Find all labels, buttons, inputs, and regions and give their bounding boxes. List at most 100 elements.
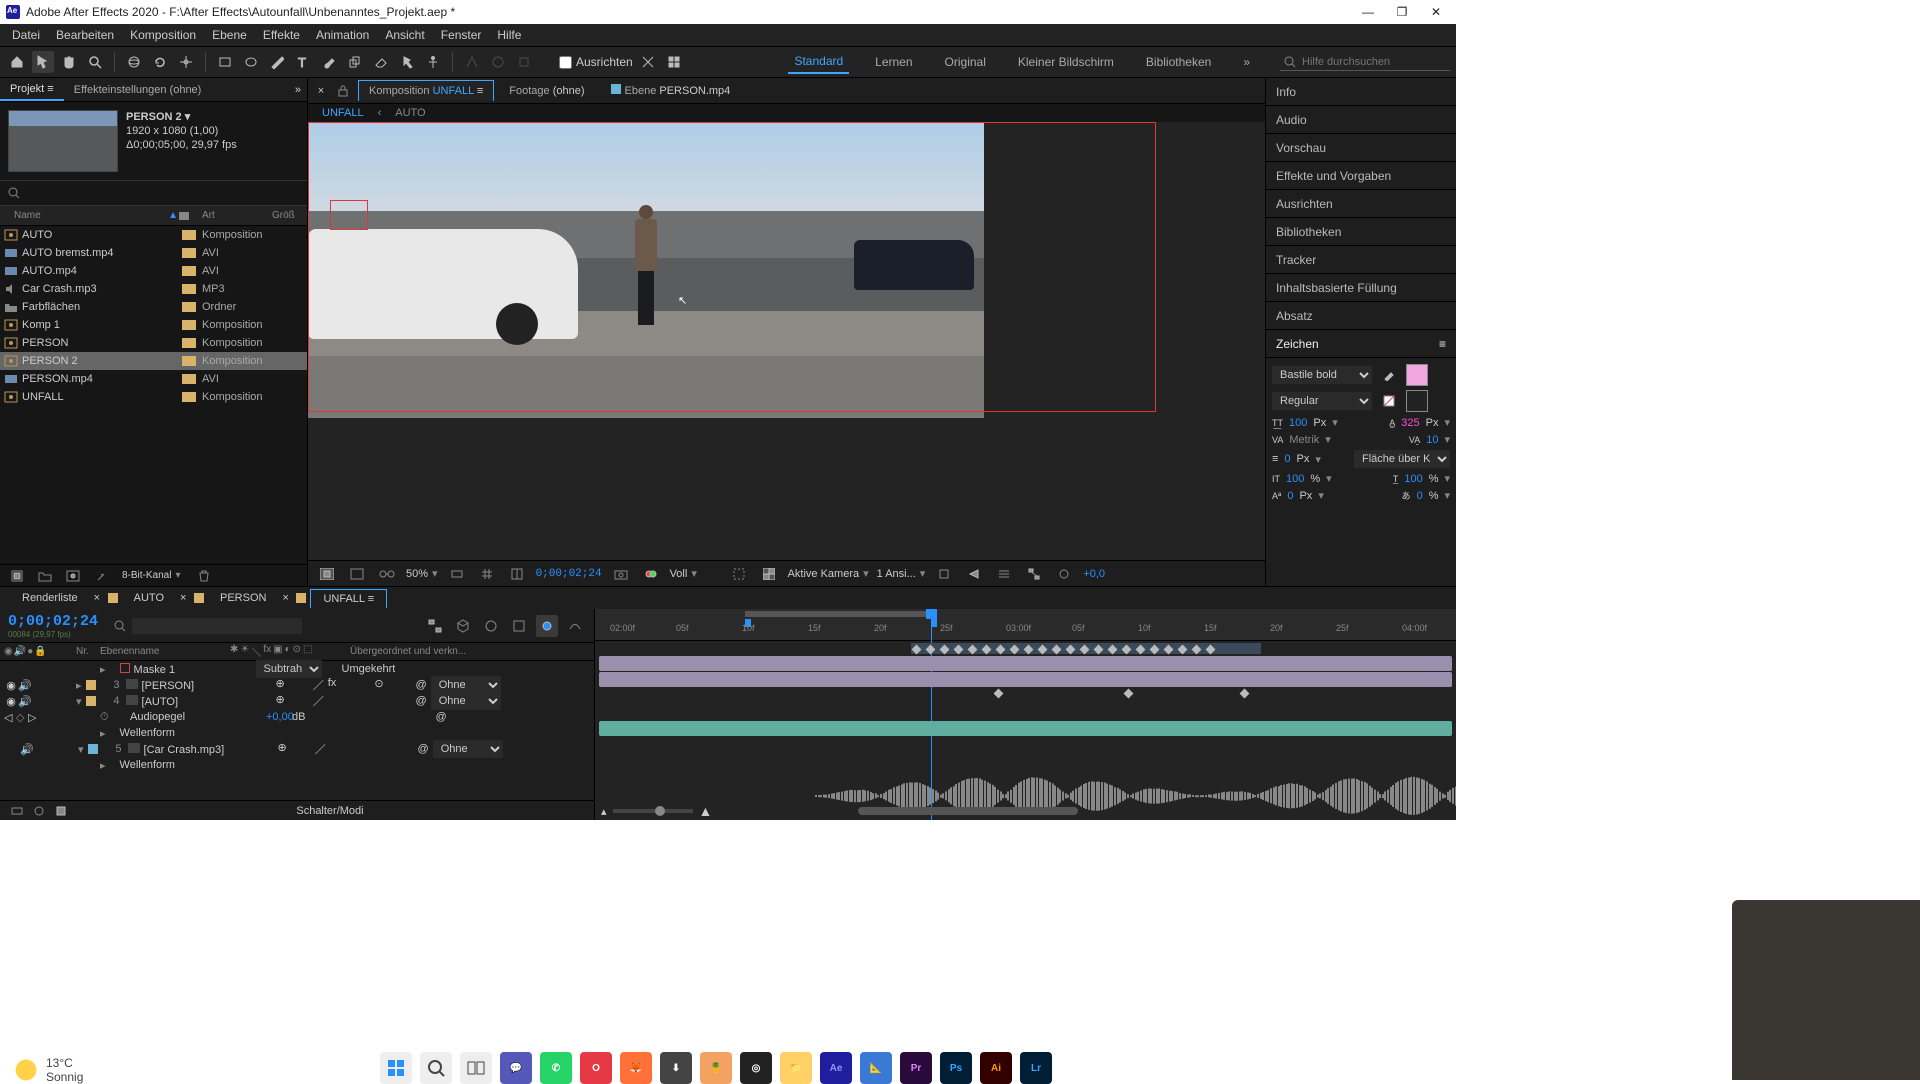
leading-value[interactable]: 325 <box>1401 417 1419 429</box>
project-settings-icon[interactable] <box>90 565 112 587</box>
layer-row-carcrash[interactable]: 🔊 ▾ 5 [Car Crash.mp3] ⊕／ @Ohne <box>0 741 594 757</box>
viewer-timecode[interactable]: 0;00;02;24 <box>536 568 602 580</box>
zoom-in-icon[interactable]: ▲ <box>699 803 713 819</box>
anchor-tool-icon[interactable] <box>175 51 197 73</box>
transparency-grid-icon[interactable] <box>758 563 780 585</box>
timeline-icon[interactable] <box>993 563 1015 585</box>
tab-comp-unfall[interactable]: Komposition UNFALL ≡ <box>358 80 494 101</box>
menu-animation[interactable]: Animation <box>310 28 375 42</box>
rectangle-tool-icon[interactable] <box>214 51 236 73</box>
clip-auto[interactable] <box>599 672 1452 687</box>
panel-zeichen[interactable]: Zeichen≡ <box>1266 330 1456 358</box>
snap-options-icon[interactable] <box>637 51 659 73</box>
comp-breadcrumb[interactable]: UNFALL ‹ AUTO <box>308 104 1265 122</box>
vscale-value[interactable]: 100 <box>1286 473 1304 485</box>
help-search[interactable] <box>1280 54 1450 71</box>
maximize-button[interactable]: ❐ <box>1394 4 1410 20</box>
lightroom-icon[interactable]: Lr <box>1020 1052 1052 1084</box>
grid-icon[interactable] <box>476 563 498 585</box>
views-select[interactable]: 1 Ansi... <box>877 567 926 580</box>
resolution-select[interactable]: Voll <box>670 567 720 580</box>
eraser-tool-icon[interactable] <box>370 51 392 73</box>
interpret-footage-icon[interactable] <box>6 565 28 587</box>
mask-row[interactable]: ▸ Maske 1 Subtrahi Umgekehrt <box>0 661 594 677</box>
explorer-icon[interactable]: 📁 <box>780 1052 812 1084</box>
workspace-standard[interactable]: Standard <box>788 50 849 74</box>
no-fill-icon[interactable] <box>1378 390 1400 412</box>
horizontal-scrollbar[interactable] <box>858 807 1078 815</box>
photoshop-icon[interactable]: Ps <box>940 1052 972 1084</box>
whatsapp-icon[interactable]: ✆ <box>540 1052 572 1084</box>
keyframe[interactable] <box>1124 689 1134 699</box>
layer-bounding-box[interactable] <box>308 122 1156 412</box>
fill-color-swatch[interactable] <box>1406 364 1428 386</box>
waveform-row[interactable]: ▸ Wellenform <box>0 725 594 741</box>
task-view-icon[interactable] <box>460 1052 492 1084</box>
zoom-select[interactable]: 50% <box>406 567 438 580</box>
mask-toggle-icon[interactable] <box>346 563 368 585</box>
panel-overflow-icon[interactable]: » <box>295 84 307 96</box>
roi-icon[interactable] <box>728 563 750 585</box>
timeline-track-area[interactable]: 02:00f05f10f15f20f25f03:00f05f10f15f20f2… <box>595 609 1456 820</box>
comp-flowchart-icon[interactable] <box>424 615 446 637</box>
selection-tool-icon[interactable] <box>32 51 54 73</box>
media-encoder-icon[interactable]: 📐 <box>860 1052 892 1084</box>
project-item[interactable]: FarbflächenOrdner <box>0 298 307 316</box>
project-item[interactable]: Komp 1Komposition <box>0 316 307 334</box>
panel-vorschau[interactable]: Vorschau <box>1266 134 1456 162</box>
tl-tab-renderliste[interactable]: Renderliste <box>10 589 90 607</box>
panel-absatz[interactable]: Absatz <box>1266 302 1456 330</box>
project-search-input[interactable] <box>20 186 299 201</box>
hand-tool-icon[interactable] <box>58 51 80 73</box>
timeline-search-input[interactable] <box>132 618 302 634</box>
reset-exposure-icon[interactable] <box>1053 563 1075 585</box>
font-size-value[interactable]: 100 <box>1289 417 1307 429</box>
tl-tab-person[interactable]: PERSON <box>208 589 278 607</box>
project-item[interactable]: PERSON.mp4AVI <box>0 370 307 388</box>
exposure-value[interactable]: +0,0 <box>1083 568 1105 580</box>
world-axis-icon[interactable] <box>487 51 509 73</box>
panel-info[interactable]: Info <box>1266 78 1456 106</box>
timeline-search-icon[interactable] <box>114 620 126 632</box>
baseline-value[interactable]: 0 <box>1287 490 1293 502</box>
new-comp-icon[interactable] <box>62 565 84 587</box>
snap-grid-icon[interactable] <box>663 51 685 73</box>
puppet-tool-icon[interactable] <box>422 51 444 73</box>
switches-label[interactable]: Schalter/Modi <box>296 805 363 817</box>
glasses-icon[interactable] <box>376 563 398 585</box>
frame-blend-icon[interactable] <box>508 615 530 637</box>
type-tool-icon[interactable]: T <box>292 51 314 73</box>
help-search-input[interactable] <box>1302 56 1432 68</box>
tab-project[interactable]: Projekt ≡ <box>0 79 64 101</box>
stroke-value[interactable]: 0 <box>1284 453 1290 465</box>
fast-preview-icon[interactable] <box>963 563 985 585</box>
rotate-tool-icon[interactable] <box>149 51 171 73</box>
workspace-overflow-icon[interactable]: » <box>1237 51 1256 73</box>
mask-mode-select[interactable]: Subtrahi <box>256 660 322 678</box>
tl-tab-auto[interactable]: AUTO <box>122 589 176 607</box>
menu-hilfe[interactable]: Hilfe <box>491 28 527 42</box>
ellipse-tool-icon[interactable] <box>240 51 262 73</box>
flowchart-icon[interactable] <box>1023 563 1045 585</box>
hscale-value[interactable]: 100 <box>1404 473 1422 485</box>
parent-select-5[interactable]: Ohne <box>433 740 503 758</box>
keyframe[interactable] <box>994 689 1004 699</box>
layer-row-person[interactable]: ◉🔊 ▸ 3 [PERSON] ⊕／fx⊙ @Ohne <box>0 677 594 693</box>
composition-viewer[interactable]: ↖ <box>308 122 1265 560</box>
graph-editor-icon[interactable] <box>564 615 586 637</box>
zoom-out-icon[interactable]: ▴ <box>601 805 607 818</box>
stroke-color-swatch[interactable] <box>1406 390 1428 412</box>
font-style-select[interactable]: Regular <box>1272 392 1372 410</box>
new-folder-icon[interactable] <box>34 565 56 587</box>
bit-depth[interactable]: 8-Bit-Kanal <box>122 570 181 581</box>
teams-icon[interactable]: 💬 <box>500 1052 532 1084</box>
audiopegel-row[interactable]: ◁◇▷ ⏱ Audiopegel +0,00dB @ <box>0 709 594 725</box>
close-button[interactable]: ✕ <box>1428 4 1444 20</box>
panel-audio[interactable]: Audio <box>1266 106 1456 134</box>
orbit-tool-icon[interactable] <box>123 51 145 73</box>
workspace-lernen[interactable]: Lernen <box>869 51 918 73</box>
eyedropper-icon[interactable] <box>1378 364 1400 386</box>
search-taskbar-icon[interactable] <box>420 1052 452 1084</box>
camera-select[interactable]: Aktive Kamera <box>788 567 869 580</box>
snapshot-icon[interactable] <box>610 563 632 585</box>
